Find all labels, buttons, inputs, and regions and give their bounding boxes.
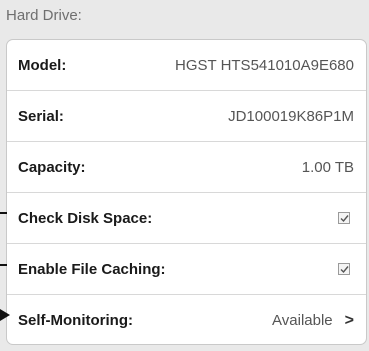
callout-line bbox=[0, 212, 7, 214]
enable-file-caching-checkbox[interactable] bbox=[338, 263, 350, 275]
hard-drive-panel: Model: HGST HTS541010A9E680 Serial: JD10… bbox=[6, 39, 367, 345]
self-monitoring-value: Available bbox=[272, 312, 333, 329]
capacity-label: Capacity: bbox=[18, 158, 86, 176]
check-disk-space-checkbox[interactable] bbox=[338, 212, 350, 224]
callout-line bbox=[0, 264, 7, 266]
serial-row: Serial: JD100019K86P1M bbox=[7, 91, 366, 142]
checkmark-icon bbox=[340, 265, 349, 273]
enable-file-caching-label: Enable File Caching: bbox=[18, 260, 166, 278]
section-title: Hard Drive: bbox=[6, 7, 82, 24]
chevron-right-icon[interactable]: > bbox=[345, 312, 354, 330]
model-label: Model: bbox=[18, 56, 67, 74]
capacity-row: Capacity: 1.00 TB bbox=[7, 142, 366, 193]
check-disk-space-row[interactable]: Check Disk Space: bbox=[7, 193, 366, 244]
model-value: HGST HTS541010A9E680 bbox=[175, 56, 354, 74]
checkmark-icon bbox=[340, 214, 349, 222]
serial-value: JD100019K86P1M bbox=[228, 107, 354, 125]
model-row: Model: HGST HTS541010A9E680 bbox=[7, 40, 366, 91]
serial-label: Serial: bbox=[18, 107, 64, 125]
enable-file-caching-row[interactable]: Enable File Caching: bbox=[7, 244, 366, 295]
callout-arrow-icon bbox=[0, 309, 10, 321]
check-disk-space-label: Check Disk Space: bbox=[18, 209, 153, 227]
self-monitoring-row[interactable]: Self-Monitoring: Available > bbox=[7, 295, 366, 344]
self-monitoring-label: Self-Monitoring: bbox=[18, 312, 133, 329]
capacity-value: 1.00 TB bbox=[301, 158, 354, 176]
